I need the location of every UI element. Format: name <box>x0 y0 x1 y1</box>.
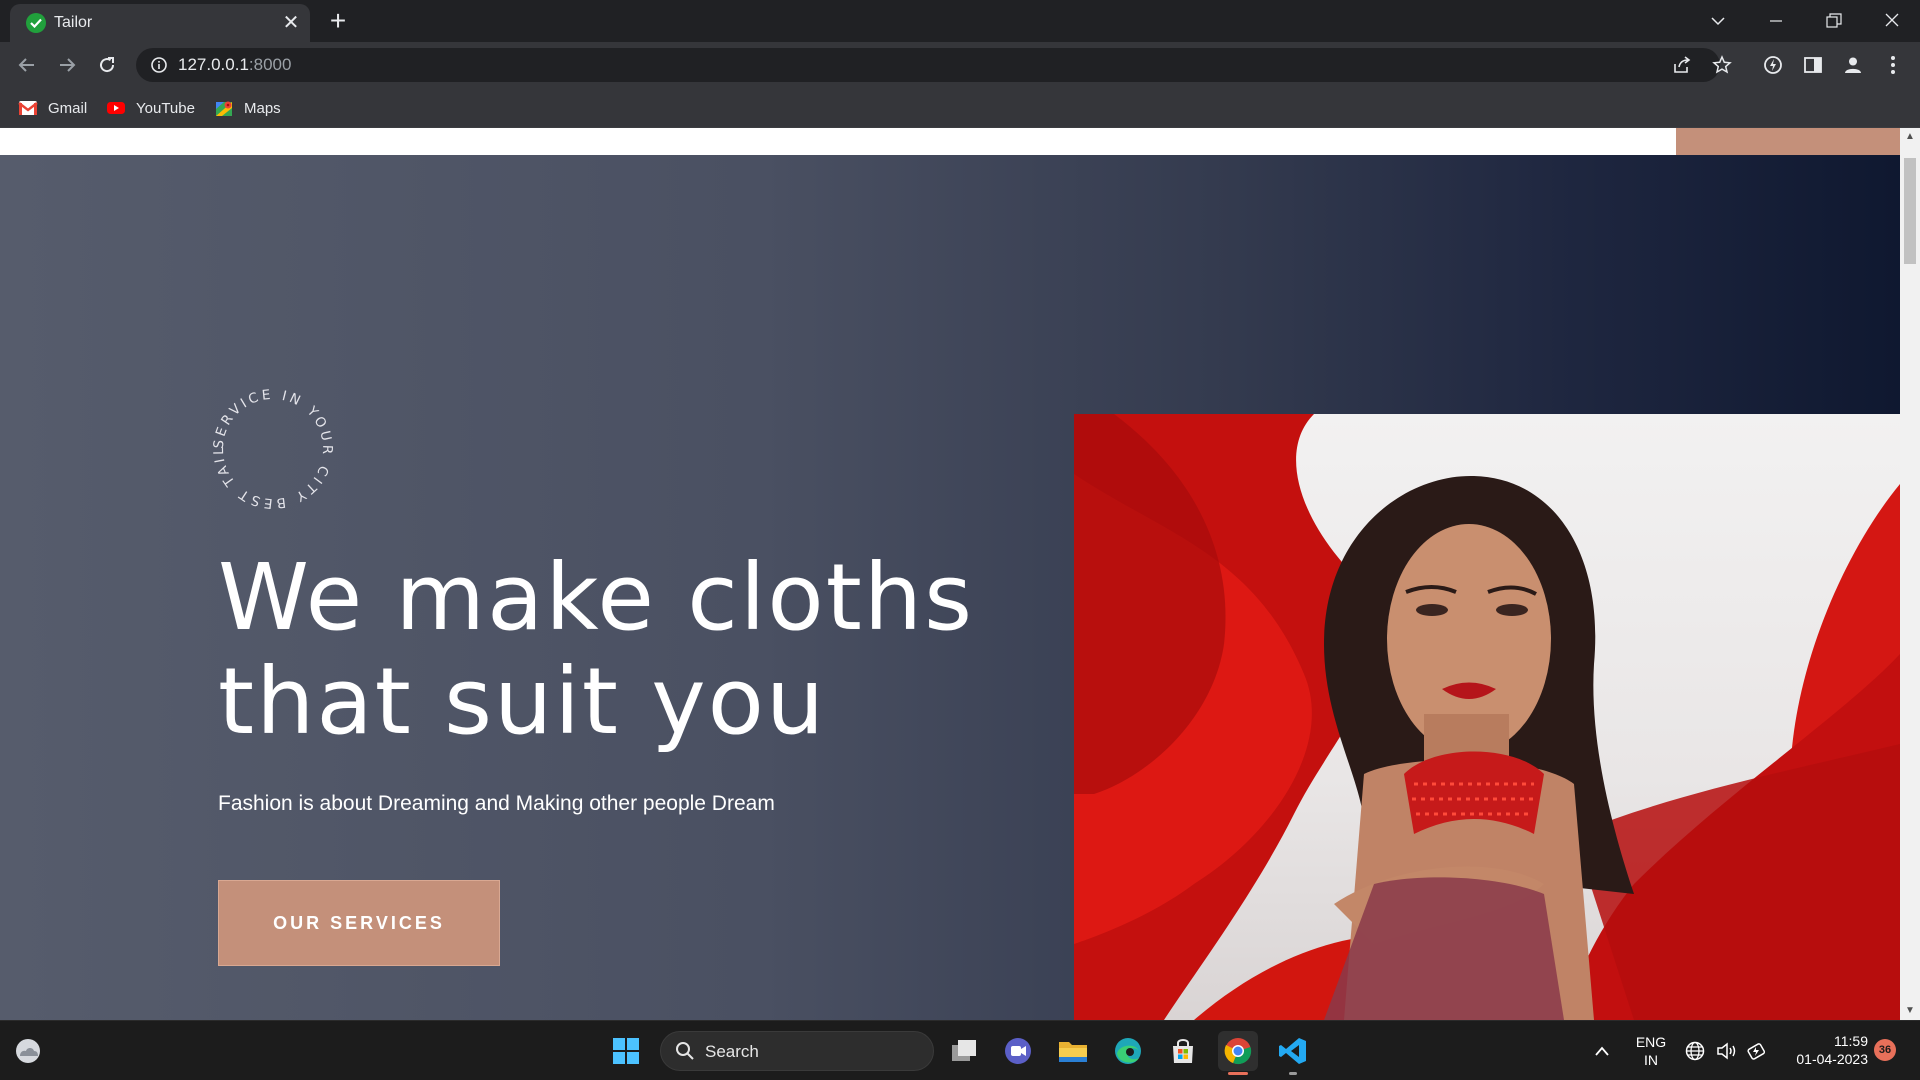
site-header-strip <box>0 128 1900 155</box>
url-text: 127.0.0.1:8000 <box>178 56 291 74</box>
chrome-taskbar-icon[interactable] <box>1218 1031 1258 1071</box>
hero-headline: We make cloths that suit you <box>218 546 1078 754</box>
menu-kebab-icon[interactable] <box>1876 48 1910 82</box>
youtube-icon <box>106 100 126 116</box>
vscode-icon[interactable] <box>1273 1031 1313 1071</box>
bookmark-label: YouTube <box>136 99 195 117</box>
restore-button[interactable] <box>1818 6 1850 36</box>
check-favicon-icon <box>26 13 46 33</box>
svg-text:SERVICE IN YOUR CITY BEST TAIL: SERVICE IN YOUR CITY BEST TAILOR <box>210 386 335 511</box>
hero-model-photo <box>1074 414 1900 1020</box>
search-label: Search <box>705 1042 759 1061</box>
back-arrow-icon[interactable] <box>10 48 44 82</box>
forward-arrow-icon[interactable] <box>50 48 84 82</box>
volume-icon[interactable] <box>1710 1031 1744 1071</box>
profile-icon[interactable] <box>1836 48 1870 82</box>
tab-title: Tailor <box>54 14 93 31</box>
clock-date: 01-04-2023 <box>1796 1051 1868 1067</box>
headline-line-1: We make cloths <box>218 544 975 651</box>
share-icon[interactable] <box>1672 55 1692 75</box>
scroll-up-arrow-icon[interactable]: ▲ <box>1900 128 1920 146</box>
tab-close-icon[interactable]: ✕ <box>280 12 302 34</box>
page-scrollbar[interactable]: ▲ ▼ <box>1900 128 1920 1020</box>
start-windows-icon[interactable] <box>606 1031 646 1071</box>
task-view-icon[interactable] <box>944 1031 984 1071</box>
windows-taskbar: Search ENG IN 11:59 01-04-2023 36 <box>0 1020 1920 1080</box>
taskbar-search-box[interactable]: Search <box>660 1031 934 1071</box>
side-panel-icon[interactable] <box>1796 48 1830 82</box>
browser-tab[interactable]: Tailor ✕ <box>10 4 310 42</box>
url-port: :8000 <box>248 55 292 74</box>
new-tab-button[interactable]: + <box>324 7 352 35</box>
address-bar[interactable]: 127.0.0.1:8000 <box>136 48 1732 82</box>
bookmark-label: Gmail <box>48 99 88 117</box>
bookmark-label: Maps <box>244 99 281 117</box>
our-services-button[interactable]: OUR SERVICES <box>218 880 500 966</box>
language-label: ENG <box>1635 1034 1667 1050</box>
badge-text: SERVICE IN YOUR CITY BEST TAILOR <box>203 374 332 511</box>
clock[interactable]: 11:59 01-04-2023 <box>1778 1032 1868 1068</box>
url-host: 127.0.0.1 <box>178 55 249 74</box>
tab-strip: Tailor ✕ + <box>0 0 1920 42</box>
extension-icon[interactable] <box>1756 48 1790 82</box>
headline-line-2: that suit you <box>218 648 827 755</box>
tray-overflow-chevron-icon[interactable] <box>1582 1031 1622 1071</box>
clock-time: 11:59 <box>1834 1033 1868 1049</box>
tab-search-chevron-icon[interactable] <box>1702 6 1734 36</box>
file-explorer-icon[interactable] <box>1053 1031 1093 1071</box>
hero-tagline: Fashion is about Dreaming and Making oth… <box>218 792 775 815</box>
minimize-button[interactable] <box>1760 6 1792 36</box>
bookmark-gmail[interactable]: Gmail <box>18 97 87 119</box>
reload-icon[interactable] <box>90 48 124 82</box>
bookmarks-bar: Gmail YouTube Maps <box>0 88 1920 128</box>
edge-browser-icon[interactable] <box>1108 1031 1148 1071</box>
bookmark-maps[interactable]: Maps <box>214 97 281 119</box>
header-accent-block <box>1676 128 1900 155</box>
browser-toolbar: 127.0.0.1:8000 <box>0 42 1920 88</box>
bookmark-youtube[interactable]: YouTube <box>106 97 195 119</box>
input-language[interactable]: ENG IN <box>1628 1033 1674 1069</box>
network-globe-icon[interactable] <box>1678 1031 1712 1071</box>
site-info-icon[interactable] <box>150 56 168 74</box>
region-label: IN <box>1644 1052 1658 1068</box>
gmail-icon <box>18 100 38 116</box>
microsoft-store-icon[interactable] <box>1163 1031 1203 1071</box>
bookmark-star-icon[interactable] <box>1712 55 1732 75</box>
weather-icon[interactable] <box>8 1031 48 1071</box>
chrome-active-indicator <box>1228 1072 1248 1075</box>
battery-charging-icon[interactable] <box>1740 1031 1774 1071</box>
search-icon <box>675 1041 695 1066</box>
scroll-down-arrow-icon[interactable]: ▼ <box>1900 1002 1920 1020</box>
maps-icon <box>214 100 234 116</box>
scrollbar-thumb[interactable] <box>1904 158 1916 264</box>
notification-count-badge[interactable]: 36 <box>1874 1039 1896 1061</box>
best-tailor-badge: SERVICE IN YOUR CITY BEST TAILOR <box>203 374 336 512</box>
close-window-button[interactable] <box>1876 6 1908 36</box>
page-viewport: SERVICE IN YOUR CITY BEST TAILOR We make… <box>0 128 1920 1020</box>
vscode-running-indicator <box>1289 1072 1297 1075</box>
teams-chat-icon[interactable] <box>998 1031 1038 1071</box>
